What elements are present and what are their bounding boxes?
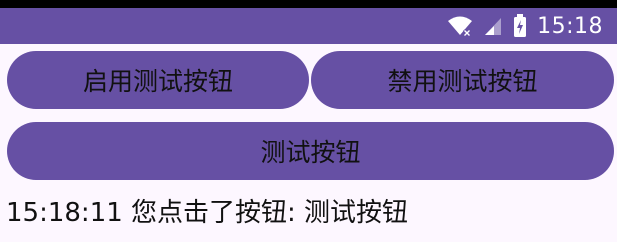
signal-icon	[483, 16, 503, 36]
status-icons: 15:18	[447, 8, 603, 44]
disable-test-button[interactable]: 禁用测试按钮	[311, 51, 614, 109]
system-top-edge	[0, 0, 617, 8]
status-time: 15:18	[537, 13, 603, 39]
battery-charging-icon	[513, 14, 527, 38]
enable-test-button[interactable]: 启用测试按钮	[7, 51, 309, 109]
test-button[interactable]: 测试按钮	[7, 122, 614, 180]
wifi-icon	[447, 16, 473, 36]
click-log-text: 15:18:11 您点击了按钮: 测试按钮	[6, 198, 409, 228]
status-bar: 15:18	[0, 8, 617, 44]
